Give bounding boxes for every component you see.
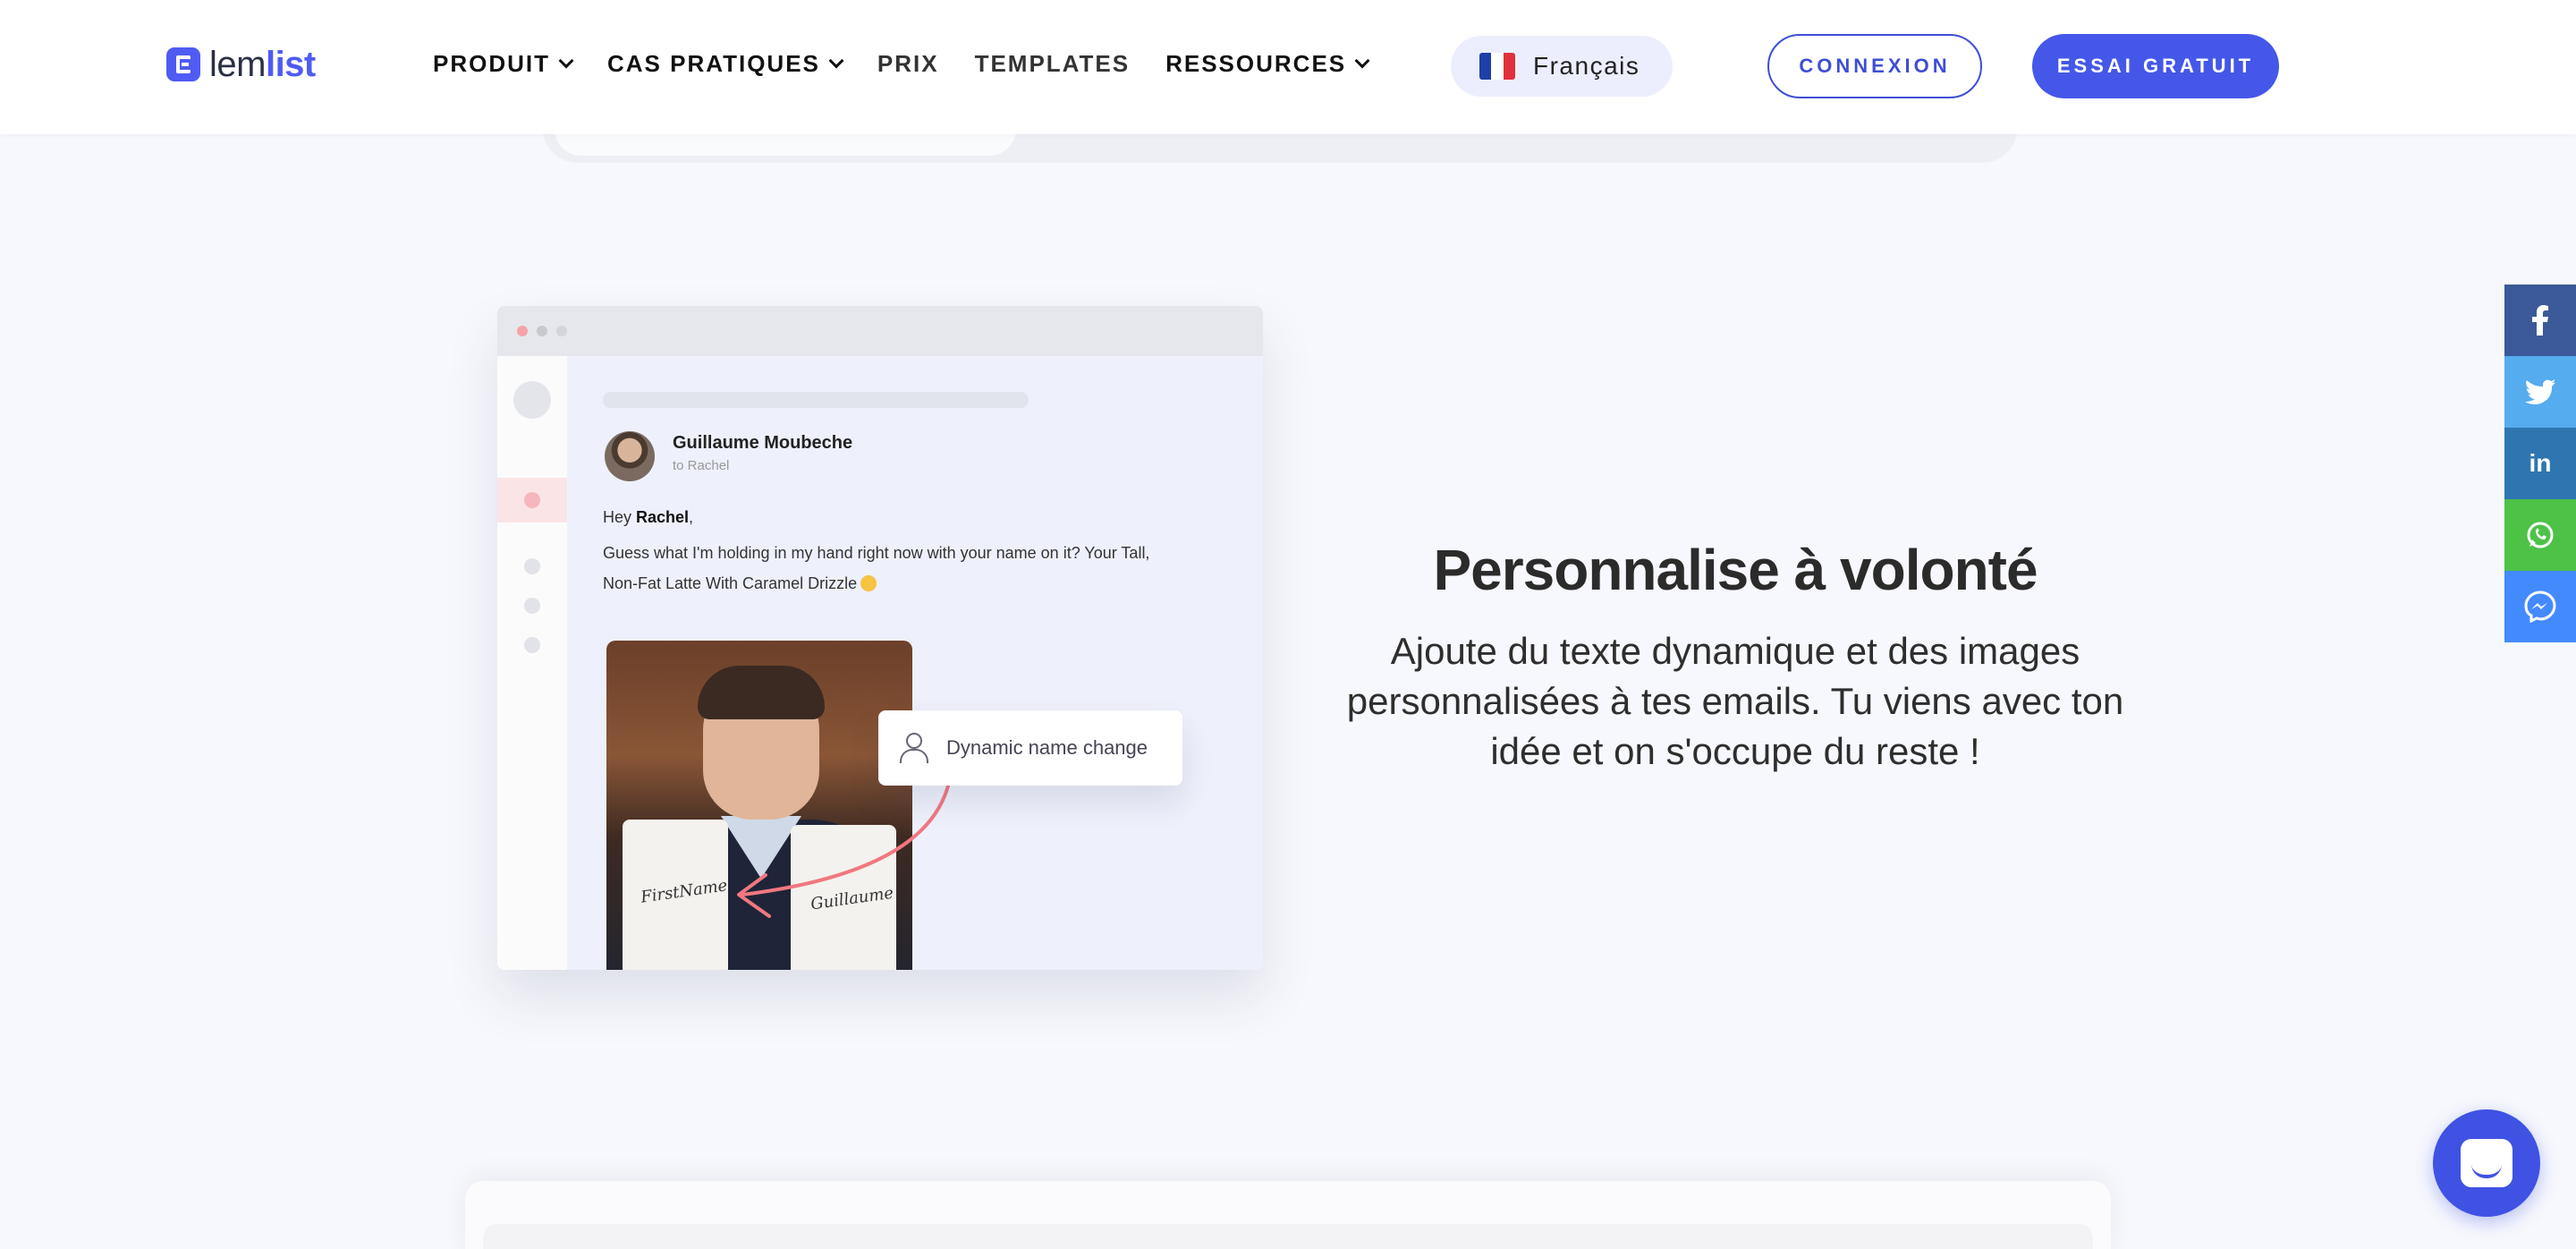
sidebar-dot: [524, 637, 540, 653]
chat-launcher-button[interactable]: [2433, 1109, 2540, 1217]
tooltip-label: Dynamic name change: [946, 736, 1148, 759]
user-icon: [900, 733, 928, 763]
linkedin-icon: in: [2529, 449, 2552, 477]
mockup-window-bar: [497, 306, 1263, 356]
language-label: Français: [1533, 52, 1640, 80]
chevron-down-icon: [828, 53, 844, 68]
nav-item-produit[interactable]: PRODUIT: [433, 50, 574, 78]
nav-item-cas-pratiques[interactable]: CAS PRATIQUES: [607, 50, 844, 78]
nav-item-label: PRIX: [877, 50, 939, 77]
next-section-inner: [483, 1224, 2093, 1249]
feature-description: Ajoute du texte dynamique et des images …: [1346, 630, 2124, 772]
sidebar-dot: [524, 558, 540, 574]
chevron-down-icon: [1354, 53, 1370, 68]
linkedin-share-button[interactable]: in: [2504, 428, 2576, 499]
smiling-emoji-icon: [860, 575, 877, 591]
dynamic-name-tooltip: Dynamic name change: [878, 710, 1182, 786]
email-body-line: Guess what I'm holding in my hand right …: [603, 544, 1150, 562]
messenger-share-button[interactable]: [2504, 571, 2576, 642]
sender-avatar: [605, 431, 655, 481]
nav-item-label: PRODUIT: [433, 50, 550, 77]
feature-title: Personnalise à volonté: [1433, 538, 2038, 602]
logo-icon: [166, 47, 200, 81]
mockup-subject-placeholder: [603, 392, 1029, 408]
france-flag-icon: [1479, 53, 1515, 80]
whatsapp-icon: [2527, 522, 2554, 548]
main-nav: PRODUIT CAS PRATIQUES PRIX TEMPLATES RES…: [433, 50, 1403, 78]
nav-item-label: RESSOURCES: [1165, 50, 1347, 77]
mockup-sidebar: [497, 356, 567, 970]
window-close-dot: [517, 326, 528, 336]
language-selector[interactable]: Français: [1451, 36, 1673, 97]
messenger-icon: [2524, 591, 2556, 623]
twitter-icon: [2525, 379, 2555, 404]
lemlist-logo[interactable]: lemlist: [166, 47, 316, 82]
pointer-arrow: [737, 777, 952, 918]
email-body-line: Non-Fat Latte With Caramel Drizzle: [603, 571, 877, 597]
facebook-icon: [2532, 305, 2548, 336]
nav-item-ressources[interactable]: RESSOURCES: [1165, 50, 1370, 78]
sidebar-avatar-placeholder: [513, 381, 551, 419]
chat-icon: [2461, 1139, 2512, 1187]
sidebar-dot: [524, 598, 540, 614]
facebook-share-button[interactable]: [2504, 285, 2576, 356]
logo-text: lemlist: [209, 45, 316, 84]
sidebar-active-item: [497, 478, 567, 523]
nav-item-label: TEMPLATES: [974, 50, 1131, 77]
nav-item-prix[interactable]: PRIX: [877, 50, 939, 78]
email-greeting: Hey Rachel,: [603, 508, 694, 526]
twitter-share-button[interactable]: [2504, 356, 2576, 428]
login-button[interactable]: CONNEXION: [1767, 34, 1982, 98]
social-share-bar: in: [2504, 285, 2576, 642]
free-trial-button[interactable]: ESSAI GRATUIT: [2032, 34, 2279, 98]
nav-item-label: CAS PRATIQUES: [607, 50, 820, 77]
sender-recipient: to Rachel: [673, 458, 730, 473]
whatsapp-share-button[interactable]: [2504, 499, 2576, 571]
window-minimize-dot: [537, 326, 547, 336]
window-maximize-dot: [556, 326, 567, 336]
chevron-down-icon: [558, 53, 574, 68]
nav-item-templates[interactable]: TEMPLATES: [975, 50, 1131, 78]
top-navbar: lemlist PRODUIT CAS PRATIQUES PRIX TEMPL…: [0, 0, 2576, 134]
sender-name: Guillaume Moubeche: [673, 433, 853, 453]
